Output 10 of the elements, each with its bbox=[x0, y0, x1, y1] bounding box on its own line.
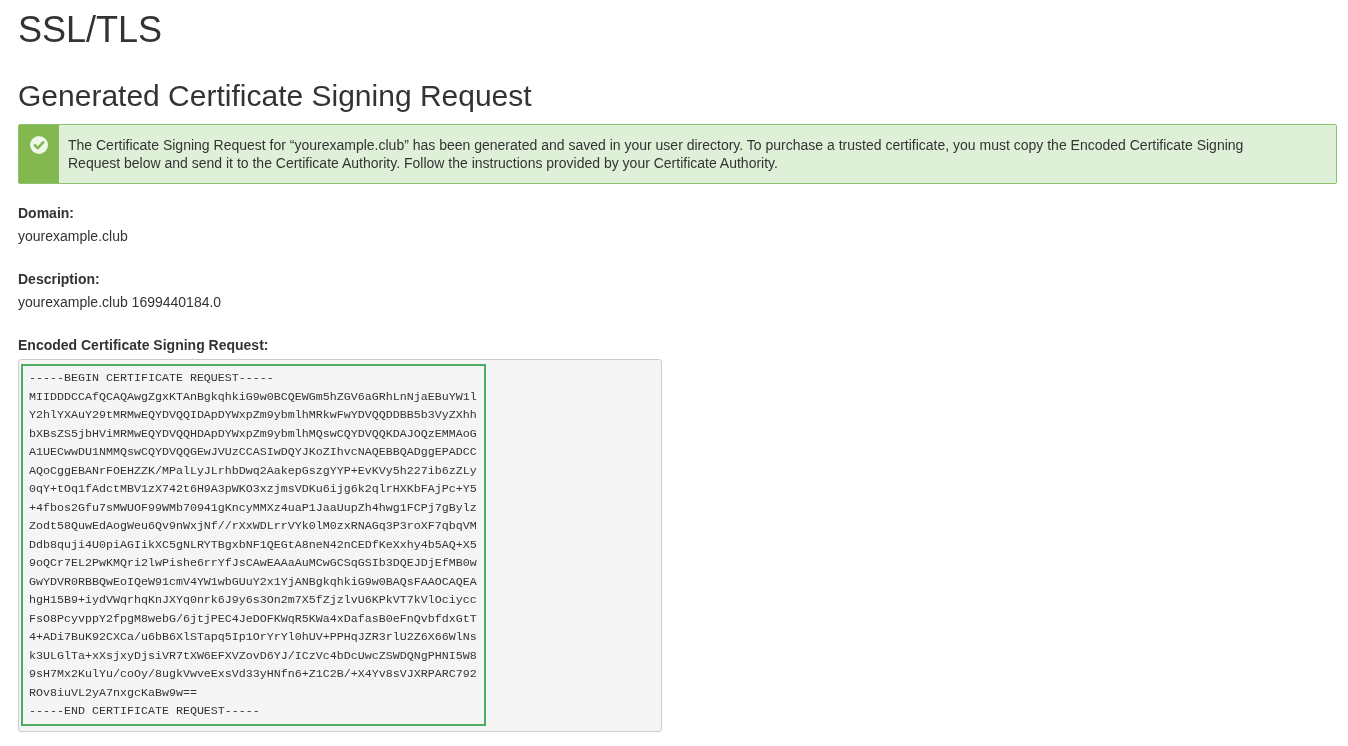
page-title: SSL/TLS bbox=[18, 10, 164, 50]
field-label: Description: bbox=[18, 270, 101, 289]
alert-message: The Certificate Signing Request for “yourexample.club” has been generated and saved in your user directory. To purchase a trusted certificate, you must copy the Encoded Certificate Signing Request below and send it to the Certificate Authority. Follow the instructions provided by your Certificate Authority. bbox=[67, 136, 1245, 173]
section-heading: Generated Certificate Signing Request bbox=[18, 78, 533, 114]
field-value: yourexample.club bbox=[18, 227, 129, 246]
field-value: yourexample.club 1699440184.0 bbox=[18, 293, 223, 312]
field-label: Domain: bbox=[18, 204, 75, 223]
check-circle-icon bbox=[30, 136, 48, 154]
field-label: Encoded Certificate Signing Request: bbox=[18, 336, 270, 355]
csr-textarea[interactable]: -----BEGIN CERTIFICATE REQUEST----- MIIDDDCCAfQCAQAwgZgxKTAnBgkqhkiG9w0BCQEWGm5hZGV6aGRhLnNjaEBuYW1l Y2hlYXAuY29tMRMwEQYDVQQIDApDYWxpZm9ybmlhMRkwFwYDVQQDDBB5b3VyZXhh bXBsZS5jbHViMRMwEQYDVQQHDApDYWxpZm9ybmlhMQswCQYDVQQKDAJOQzEMMAoG A1UECwwDU1NMMQswCQYDVQQGEwJVUzCCASIwDQYJKoZIhvcNAQEBBQADggEPADCC AQoCggEBANrFOEHZZK/MPalLyJLrhbDwq2AakepGszgYYP+EvKVy5h227ib6zZLy 0qY+tOq1fAdctMBV1zX742t6H9A3pWKO3xzjmsVDKu6ijg6k2qlrHXKbFAjPc+Y5 +4fbos2Gfu7sMWUOF99WMb70941gKncyMMXz4uaP1JaaUupZh4hwg1FCPj7gBylz Zodt58QuwEdAogWeu6Qv9nWxjNf//rXxWDLrrVYk0lM0zxRNAGq3P3roXF7qbqVM Ddb8quji4U0piAGIikXC5gNLRYTBgxbNF1QEGtA8neN42nCEDfKeXxhy4b5AQ+X5 9oQCr7EL2PwKMQri2lwPishe6rrYfJsCAwEAAaAuMCwGCSqGSIb3DQEJDjEfMB0w GwYDVR0RBBQwEoIQeW91cmV4YW1wbGUuY2x1YjANBgkqhkiG9w0BAQsFAAOCAQEA hgH15B9+iydVWqrhqKnJXYq0nrk6J9y6s3On2m7X5fZjzlvU6KPkVT7kVlOciycc FsO8PcyvppY2fpgM8webG/6jtjPEC4JeDOFKWqR5KWa4xDafasB0eFnQvbfdxGtT 4+ADi7BuK92CXCa/u6bB6XlSTapq5Ip1OrYrYl0hUV+PPHqJZR3rlU2Z6X66WlNs k3ULGlTa+xXsjxyDjsiVR7tXW6EFXVZovD6YJ/ICzVc4bDcUwcZSWDQNgPHNI5W8 9sH7Mx2KulYu/coOy/8ugkVwveExsVd33yHNfn6+Z1C2B/+X4Yv8sVJXRPARC792 ROv8iuVL2yA7nxgcKaBw9w== -----END CERTIFICATE REQUEST----- bbox=[21, 364, 486, 726]
